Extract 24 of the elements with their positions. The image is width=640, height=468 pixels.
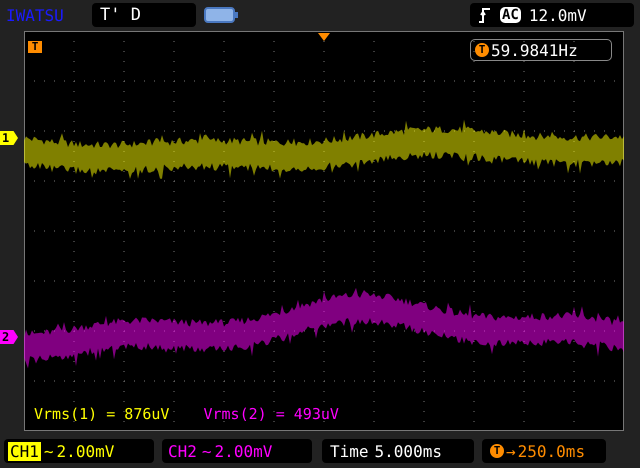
trigger-time-marker-icon: [318, 33, 330, 41]
coupling-symbol: ~: [44, 442, 54, 460]
frequency-value: 59.9841Hz: [491, 40, 578, 60]
rms-measurement: Vrms(1) = 876uV: [34, 405, 170, 423]
trigger-level: 12.0mV: [528, 6, 587, 24]
rising-edge-icon: [478, 6, 492, 24]
trigger-position-marker: T: [28, 41, 42, 53]
channel-marker: 1: [0, 131, 18, 145]
coupling-label: AC: [500, 7, 521, 23]
channel-name: CH2: [167, 442, 198, 460]
channel-marker: 2: [0, 330, 18, 344]
timebase-value: 5.000ms: [374, 442, 442, 460]
rms-measurement: Vrms(2) = 493uV: [203, 405, 339, 423]
channel-name: CH1: [8, 442, 41, 460]
battery-icon: [204, 6, 240, 24]
vertical-scale: 2.00mV: [214, 442, 272, 460]
delay-arrow: →: [506, 442, 516, 460]
acquisition-mode: T' D: [92, 3, 196, 27]
brand-logo: IWATSU: [6, 6, 65, 24]
vertical-scale: 2.00mV: [56, 442, 114, 460]
trigger-badge: T: [490, 444, 504, 458]
coupling-symbol: ~: [202, 442, 212, 460]
delay-value: 250.0ms: [518, 442, 586, 460]
timebase-label: Time: [330, 442, 369, 460]
